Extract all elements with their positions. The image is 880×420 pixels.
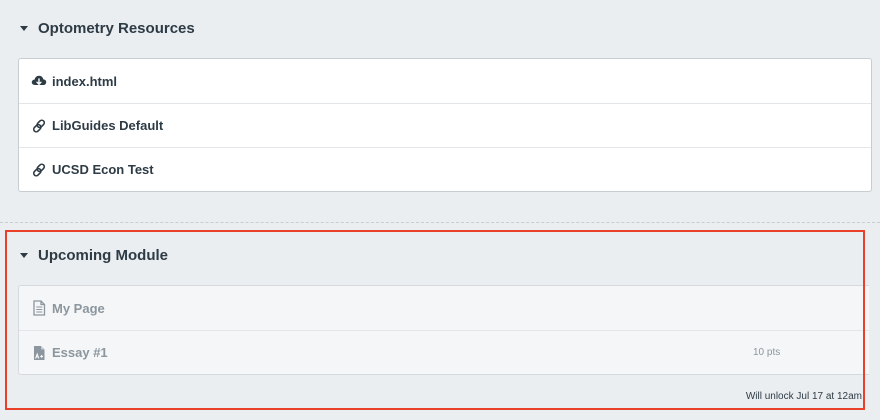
- item-title[interactable]: UCSD Econ Test: [52, 162, 154, 177]
- page-icon: [31, 300, 47, 316]
- item-title[interactable]: My Page: [52, 301, 105, 316]
- unlock-date-text: Will unlock Jul 17 at 12am: [745, 391, 862, 402]
- item-title[interactable]: LibGuides Default: [52, 118, 163, 133]
- module-item-my-page[interactable]: My Page: [19, 286, 869, 330]
- module-divider: [0, 222, 880, 223]
- item-title[interactable]: Essay #1: [52, 345, 108, 360]
- link-icon: [31, 118, 47, 134]
- module-item-index-html[interactable]: index.html: [19, 59, 871, 103]
- link-icon: [31, 162, 47, 178]
- module-item-ucsd-econ-test[interactable]: UCSD Econ Test: [19, 147, 871, 191]
- item-title[interactable]: index.html: [52, 74, 117, 89]
- module-header-upcoming-module[interactable]: Upcoming Module: [20, 243, 168, 267]
- caret-down-icon[interactable]: [20, 252, 28, 258]
- module-items-list: index.html LibGuides Default UCSD Econ T…: [18, 58, 872, 192]
- module-item-essay-1[interactable]: Essay #1 10 pts: [19, 330, 869, 374]
- module-item-libguides-default[interactable]: LibGuides Default: [19, 103, 871, 147]
- module-items-list: My Page Essay #1 10 pts: [18, 285, 869, 375]
- caret-down-icon[interactable]: [20, 25, 28, 31]
- assignment-icon: [31, 345, 47, 361]
- modules-page: Optometry Resources index.html LibGuides…: [0, 0, 880, 420]
- points-label: 10 pts: [753, 347, 781, 358]
- cloud-download-icon: [31, 73, 47, 89]
- module-header-optometry-resources[interactable]: Optometry Resources: [20, 16, 195, 40]
- module-title: Upcoming Module: [38, 246, 168, 264]
- module-title: Optometry Resources: [38, 19, 195, 37]
